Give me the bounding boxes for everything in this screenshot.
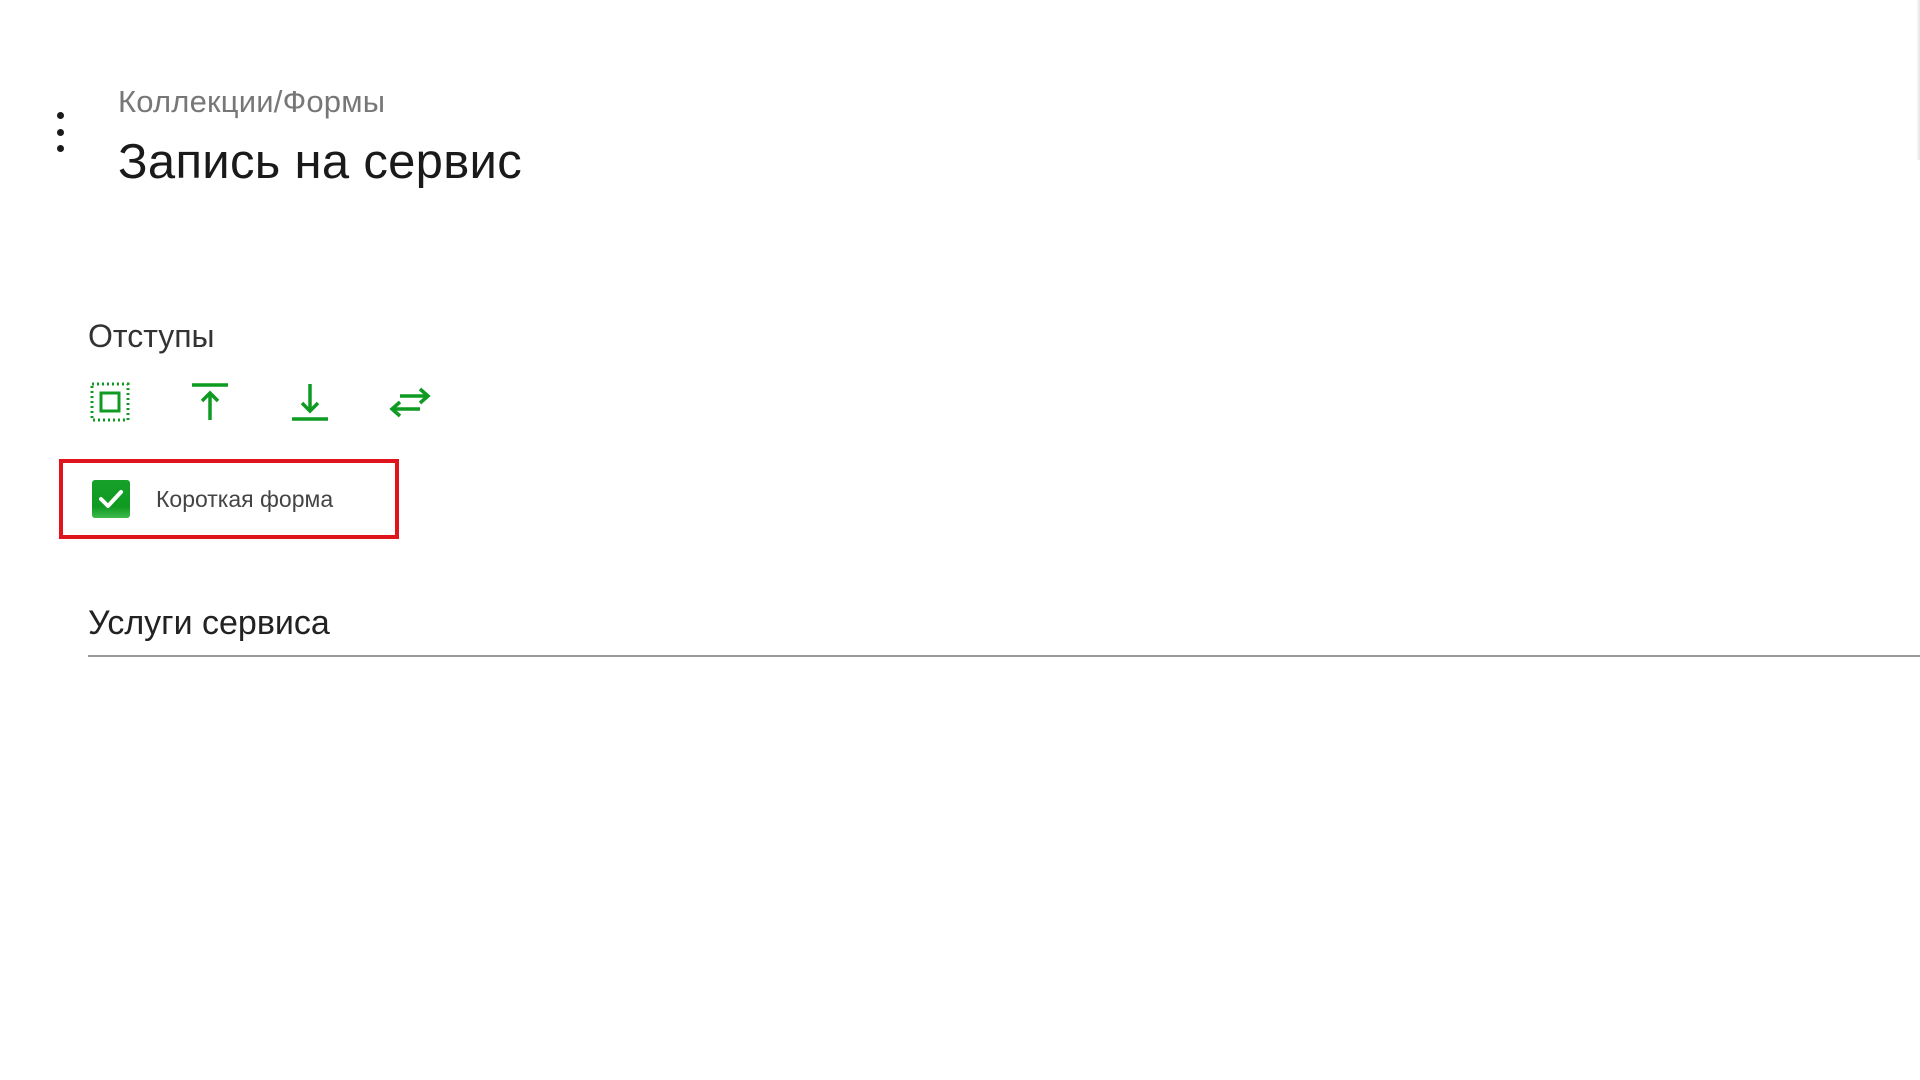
services-divider — [88, 655, 1920, 657]
right-panel-edge — [1916, 0, 1920, 160]
padding-all-icon — [90, 382, 130, 422]
services-section-title: Услуги сервиса — [88, 604, 330, 642]
padding-toolbar — [88, 378, 432, 426]
kebab-dot — [56, 145, 64, 152]
breadcrumb[interactable]: Коллекции/Формы — [118, 84, 385, 120]
kebab-dot — [56, 112, 64, 119]
page: Коллекции/Формы Запись на сервис Отступы — [0, 0, 1920, 1080]
page-title: Запись на сервис — [118, 135, 523, 189]
padding-top-icon — [192, 383, 228, 420]
padding-horizontal-icon — [389, 387, 431, 418]
short-form-label: Короткая форма — [156, 485, 334, 512]
padding-bottom-icon — [292, 384, 328, 421]
padding-all-button[interactable] — [88, 380, 132, 424]
padding-bottom-button[interactable] — [288, 380, 332, 424]
padding-top-button[interactable] — [188, 380, 232, 424]
padding-section-label: Отступы — [88, 318, 215, 354]
more-menu-icon[interactable] — [48, 112, 72, 152]
checkmark-icon — [99, 490, 123, 508]
short-form-option[interactable]: Короткая форма — [92, 479, 333, 519]
kebab-dot — [56, 128, 64, 136]
padding-horizontal-button[interactable] — [388, 380, 432, 424]
short-form-checkbox[interactable] — [92, 480, 130, 518]
